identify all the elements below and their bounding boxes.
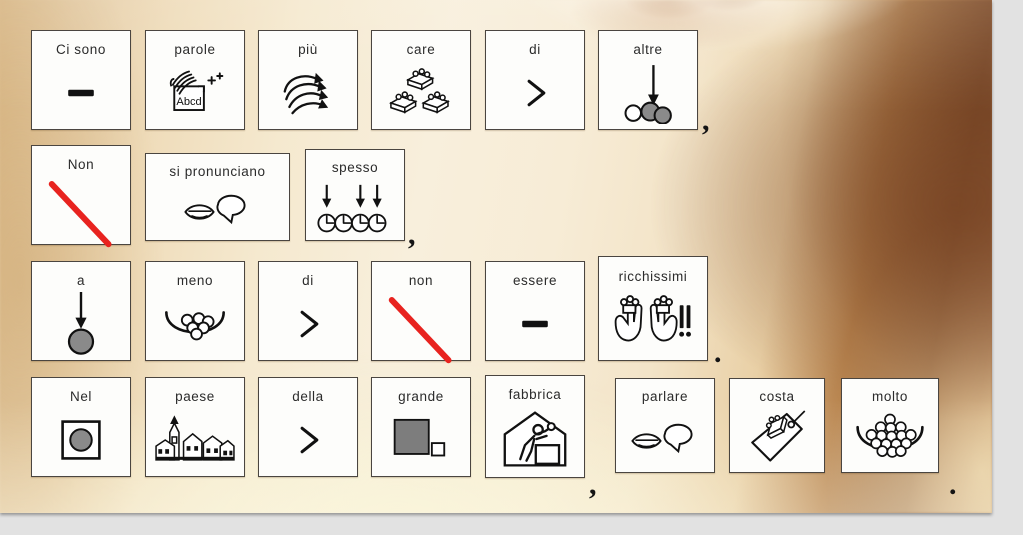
price-tag-money-icon: [730, 404, 824, 473]
pictogram-card-a[interactable]: a: [31, 261, 131, 361]
big-small-squares-icon: [372, 404, 470, 477]
minus-bar-icon: [32, 57, 130, 130]
pictogram-card-essere[interactable]: essere: [485, 261, 585, 361]
circle-in-square-icon: [32, 404, 130, 477]
pictogram-card-della[interactable]: della: [258, 377, 358, 477]
money-stacks-icon: [372, 57, 470, 130]
pictogram-card-label: molto: [871, 389, 908, 404]
pictogram-card-grande[interactable]: grande: [371, 377, 471, 477]
pictogram-card-ricchissimi[interactable]: ricchissimi: [598, 256, 708, 361]
punctuation-sentence-3: .: [714, 336, 722, 369]
pictogram-card-costa[interactable]: costa: [729, 378, 825, 473]
pictogram-card-meno[interactable]: meno: [145, 261, 245, 361]
greater-than-icon: [259, 404, 357, 477]
pictogram-card-label: spesso: [331, 160, 379, 175]
pictogram-card-non[interactable]: Non: [31, 145, 131, 247]
presentation-slide: Ci sono parole Abcd più care di altre , …: [0, 0, 992, 513]
hands-money-excl-icon: [599, 284, 707, 361]
pictogram-card-care[interactable]: care: [371, 30, 471, 130]
arrows-clocks-icon: [306, 175, 404, 241]
pictogram-card-label: parlare: [641, 389, 689, 404]
punctuation-mid-sentence-4: ,: [589, 468, 597, 501]
pictogram-card-label: più: [298, 42, 318, 57]
pictogram-card-label: care: [406, 42, 436, 57]
pictogram-card-label: parole: [174, 42, 216, 57]
pictogram-card-paese[interactable]: paese: [145, 377, 245, 477]
many-balls-bowl-icon: [842, 404, 938, 473]
greater-than-icon: [486, 57, 584, 130]
village-icon: [146, 404, 244, 477]
hand-writing-abcd-icon: Abcd: [146, 57, 244, 130]
arrow-down-circle-icon: [32, 288, 130, 361]
punctuation-end-sentence-4: .: [949, 468, 957, 501]
pictogram-card-label: grande: [398, 389, 444, 404]
red-slash-icon: [32, 172, 130, 258]
pictogram-card-label: altre: [633, 42, 663, 57]
pictogram-card-label: fabbrica: [508, 387, 562, 402]
pictogram-sentence-area: Ci sono parole Abcd più care di altre , …: [0, 0, 992, 513]
pictogram-card-più[interactable]: più: [258, 30, 358, 130]
pictogram-card-label: paese: [175, 389, 215, 404]
mouth-speech-icon: [146, 179, 289, 241]
pictogram-card-label: a: [76, 273, 86, 288]
pictogram-card-ci-sono[interactable]: Ci sono: [31, 30, 131, 130]
pictogram-card-label: di: [529, 42, 541, 57]
red-slash-icon: [372, 288, 470, 374]
pictogram-card-label: ricchissimi: [618, 269, 688, 284]
pictogram-card-label: meno: [176, 273, 214, 288]
pictogram-card-label: non: [408, 273, 434, 288]
arrow-to-circles-icon: [599, 57, 697, 130]
pictogram-card-label: Ci sono: [56, 42, 106, 57]
few-balls-bowl-icon: [146, 288, 244, 361]
punctuation-sentence-1: ,: [702, 104, 710, 137]
pictogram-card-molto[interactable]: molto: [841, 378, 939, 473]
pictogram-card-label: Nel: [69, 389, 93, 404]
pictogram-card-label: si pronunciano: [169, 164, 266, 179]
pictogram-card-non[interactable]: non: [371, 261, 471, 363]
pictogram-card-label: della: [292, 389, 324, 404]
pictogram-card-parlare[interactable]: parlare: [615, 378, 715, 473]
mouth-speech-icon: [616, 404, 714, 473]
minus-bar-icon: [486, 288, 584, 361]
svg-text:Abcd: Abcd: [176, 96, 201, 108]
pictogram-card-si-pronunciano[interactable]: si pronunciano: [145, 153, 290, 241]
pictogram-card-altre[interactable]: altre: [598, 30, 698, 130]
pictogram-card-spesso[interactable]: spesso: [305, 149, 405, 241]
greater-than-icon: [259, 288, 357, 361]
pictogram-card-label: di: [302, 273, 314, 288]
factory-worker-icon: [486, 402, 584, 478]
pictogram-card-label: Non: [67, 157, 95, 172]
pictogram-card-fabbrica[interactable]: fabbrica: [485, 375, 585, 478]
punctuation-sentence-2: ,: [408, 218, 416, 251]
pictogram-card-di[interactable]: di: [485, 30, 585, 130]
pictogram-card-label: costa: [759, 389, 795, 404]
pictogram-card-nel[interactable]: Nel: [31, 377, 131, 477]
pictogram-card-parole[interactable]: parole Abcd: [145, 30, 245, 130]
pictogram-card-di[interactable]: di: [258, 261, 358, 361]
swirl-arrows-icon: [259, 57, 357, 130]
pictogram-card-label: essere: [512, 273, 558, 288]
